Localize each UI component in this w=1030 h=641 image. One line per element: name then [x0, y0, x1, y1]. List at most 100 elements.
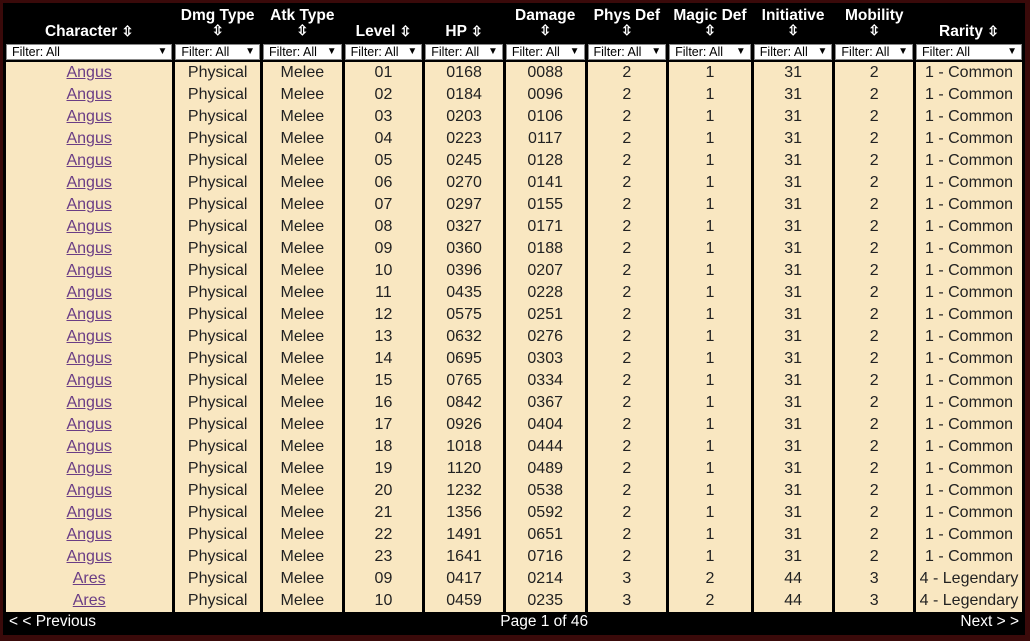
- cell-dmg-type: Physical: [175, 106, 261, 128]
- character-link[interactable]: Angus: [66, 328, 111, 345]
- character-link[interactable]: Angus: [66, 394, 111, 411]
- cell-dmg-type: Physical: [175, 172, 261, 194]
- column-header-magic-def[interactable]: Magic Def ⇳ Filter: All ▼: [669, 3, 751, 62]
- character-link[interactable]: Ares: [73, 592, 106, 609]
- sort-icon[interactable]: ⇳: [175, 22, 260, 39]
- sort-icon[interactable]: ⇳: [471, 23, 483, 39]
- cell-initiative: 31: [753, 238, 833, 260]
- cell-mobility: 2: [835, 414, 914, 436]
- table-row: Angus Physical Melee 22 1491 0651 2 1 31 2 1 - Com…: [6, 524, 1022, 546]
- character-link[interactable]: Angus: [66, 64, 111, 81]
- filter-select-phys-def[interactable]: Filter: All ▼: [587, 44, 667, 60]
- table-row: Angus Physical Melee 10 0396 0207 2 1 31 2 1 - Com…: [6, 260, 1022, 282]
- sort-icon[interactable]: ⇳: [754, 22, 833, 39]
- cell-rarity: 1 - Common: [916, 260, 1022, 282]
- cell-phys-def: 2: [587, 216, 667, 238]
- filter-select-mobility[interactable]: Filter: All ▼: [835, 44, 914, 60]
- cell-hp: 0765: [425, 370, 503, 392]
- filter-select-magic-def[interactable]: Filter: All ▼: [669, 44, 751, 60]
- column-header-initiative[interactable]: Initiative ⇳ Filter: All ▼: [753, 3, 833, 62]
- character-link[interactable]: Angus: [66, 152, 111, 169]
- cell-phys-def: 2: [587, 414, 667, 436]
- cell-level: 10: [344, 260, 423, 282]
- cell-dmg-type: Physical: [175, 282, 261, 304]
- cell-hp: 0327: [425, 216, 503, 238]
- sort-icon[interactable]: ⇳: [506, 22, 585, 39]
- cell-mobility: 2: [835, 392, 914, 414]
- character-link[interactable]: Angus: [66, 218, 111, 235]
- cell-character: Angus: [6, 150, 173, 172]
- character-link[interactable]: Angus: [66, 262, 111, 279]
- column-header-damage[interactable]: Damage ⇳ Filter: All ▼: [505, 3, 585, 62]
- cell-damage: 0334: [505, 370, 585, 392]
- cell-mobility: 2: [835, 106, 914, 128]
- cell-hp: 0417: [425, 568, 503, 590]
- filter-select-level[interactable]: Filter: All ▼: [344, 44, 423, 60]
- cell-phys-def: 2: [587, 436, 667, 458]
- character-link[interactable]: Angus: [66, 460, 111, 477]
- filter-select-damage[interactable]: Filter: All ▼: [505, 44, 585, 60]
- character-link[interactable]: Angus: [66, 482, 111, 499]
- filter-select-character[interactable]: Filter: All ▼: [6, 44, 173, 60]
- filter-select-initiative[interactable]: Filter: All ▼: [753, 44, 833, 60]
- sort-icon[interactable]: ⇳: [835, 22, 913, 39]
- sort-icon[interactable]: ⇳: [588, 22, 667, 39]
- cell-atk-type: Melee: [263, 436, 342, 458]
- cell-dmg-type: Physical: [175, 84, 261, 106]
- table-row: Angus Physical Melee 07 0297 0155 2 1 31 2 1 - Com…: [6, 194, 1022, 216]
- sort-icon[interactable]: ⇳: [669, 22, 751, 39]
- character-link[interactable]: Angus: [66, 240, 111, 257]
- character-stats-table: Character ⇳ Filter: All ▼ Dmg Type ⇳ Filte…: [3, 3, 1025, 632]
- cell-level: 09: [344, 568, 423, 590]
- dropdown-arrow-icon: ▼: [1007, 46, 1017, 57]
- cell-level: 15: [344, 370, 423, 392]
- character-link[interactable]: Angus: [66, 284, 111, 301]
- cell-character: Angus: [6, 546, 173, 568]
- character-link[interactable]: Ares: [73, 570, 106, 587]
- filter-select-atk-type[interactable]: Filter: All ▼: [263, 44, 342, 60]
- cell-mobility: 2: [835, 150, 914, 172]
- column-header-atk-type[interactable]: Atk Type ⇳ Filter: All ▼: [263, 3, 342, 62]
- previous-page-button[interactable]: < < Previous: [6, 612, 173, 632]
- column-header-phys-def[interactable]: Phys Def ⇳ Filter: All ▼: [587, 3, 667, 62]
- character-link[interactable]: Angus: [66, 174, 111, 191]
- character-link[interactable]: Angus: [66, 350, 111, 367]
- next-page-button[interactable]: Next > >: [916, 612, 1022, 632]
- sort-icon[interactable]: ⇳: [987, 23, 999, 39]
- cell-initiative: 31: [753, 282, 833, 304]
- cell-initiative: 31: [753, 260, 833, 282]
- cell-phys-def: 3: [587, 590, 667, 612]
- cell-level: 23: [344, 546, 423, 568]
- cell-rarity: 4 - Legendary: [916, 590, 1022, 612]
- header-label: Level: [355, 23, 396, 40]
- cell-dmg-type: Physical: [175, 568, 261, 590]
- character-link[interactable]: Angus: [66, 108, 111, 125]
- column-header-character[interactable]: Character ⇳ Filter: All ▼: [6, 3, 173, 62]
- cell-phys-def: 3: [587, 568, 667, 590]
- character-link[interactable]: Angus: [66, 438, 111, 455]
- character-link[interactable]: Angus: [66, 372, 111, 389]
- character-link[interactable]: Angus: [66, 526, 111, 543]
- filter-select-hp[interactable]: Filter: All ▼: [425, 44, 503, 60]
- cell-mobility: 2: [835, 260, 914, 282]
- cell-mobility: 2: [835, 238, 914, 260]
- column-header-dmg-type[interactable]: Dmg Type ⇳ Filter: All ▼: [175, 3, 261, 62]
- cell-phys-def: 2: [587, 150, 667, 172]
- character-link[interactable]: Angus: [66, 86, 111, 103]
- sort-icon[interactable]: ⇳: [263, 22, 342, 39]
- filter-select-rarity[interactable]: Filter: All ▼: [916, 44, 1022, 60]
- character-link[interactable]: Angus: [66, 196, 111, 213]
- column-header-hp[interactable]: HP ⇳ Filter: All ▼: [425, 3, 503, 62]
- column-header-level[interactable]: Level ⇳ Filter: All ▼: [344, 3, 423, 62]
- character-link[interactable]: Angus: [66, 130, 111, 147]
- column-header-mobility[interactable]: Mobility ⇳ Filter: All ▼: [835, 3, 914, 62]
- filter-select-dmg-type[interactable]: Filter: All ▼: [175, 44, 261, 60]
- sort-icon[interactable]: ⇳: [122, 23, 134, 39]
- character-link[interactable]: Angus: [66, 548, 111, 565]
- sort-icon[interactable]: ⇳: [400, 23, 412, 39]
- character-link[interactable]: Angus: [66, 416, 111, 433]
- character-link[interactable]: Angus: [66, 306, 111, 323]
- character-link[interactable]: Angus: [66, 504, 111, 521]
- cell-hp: 0184: [425, 84, 503, 106]
- column-header-rarity[interactable]: Rarity ⇳ Filter: All ▼: [916, 3, 1022, 62]
